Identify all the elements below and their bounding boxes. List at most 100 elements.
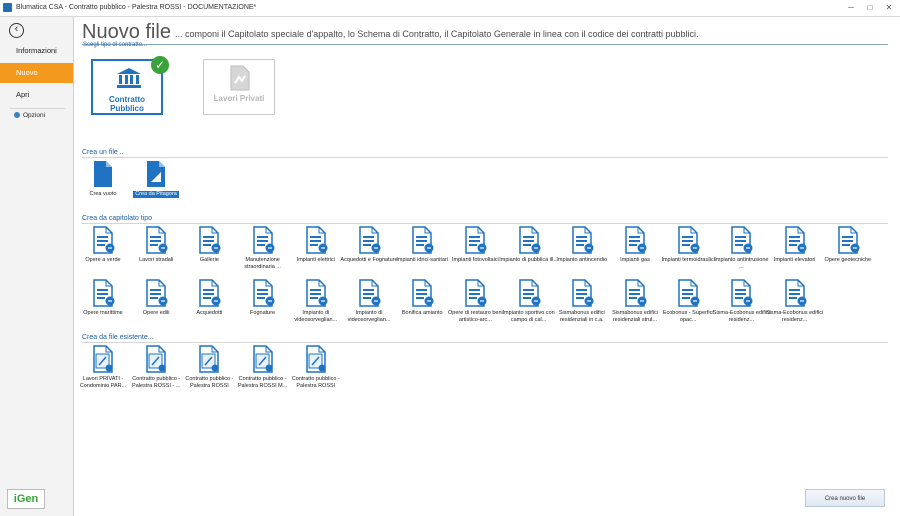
template-document-icon (306, 279, 328, 307)
public-building-icon (117, 68, 141, 88)
tile-label: Sismabonus edifici residenziali strut... (612, 310, 658, 323)
template-tile[interactable]: Impianti termoidraulici (660, 226, 716, 276)
template-tile[interactable]: Manutenzione straordinaria ... (235, 226, 291, 276)
template-tile[interactable]: Impianti fotovoltaici (447, 226, 503, 276)
template-document-icon (412, 279, 434, 307)
template-tile[interactable]: Impianti elevatori (767, 226, 823, 276)
sidebar: ‹ Informazioni Nuovo Apri Opzioni iGen (0, 17, 74, 516)
existing-file-icon (93, 345, 113, 373)
minimize-icon[interactable]: ─ (842, 2, 860, 13)
template-tile[interactable]: Opere a verde (75, 226, 131, 276)
existing-file-tile[interactable]: Contratto pubblico - Palestra ROSSI (288, 345, 344, 395)
template-tile[interactable]: Impianto di videosorveglian... (288, 279, 344, 329)
contract-type-lavori-privati[interactable]: Lavori Privati (203, 59, 275, 115)
template-document-icon (625, 226, 647, 254)
template-tile[interactable]: Impianto di videosorveglian... (341, 279, 397, 329)
template-tile[interactable]: Acquedotti (181, 279, 237, 329)
template-tile[interactable]: Opere edili (128, 279, 184, 329)
template-tile[interactable]: Sisma-Ecobonus edifici residenz... (712, 279, 770, 329)
template-document-icon (518, 279, 541, 307)
existing-file-tile[interactable]: Contratto pubblico - Palestra ROSSI (181, 345, 237, 395)
section-from-template: Crea da capitolato tipo (82, 215, 153, 222)
tile-label: Bonifica amianto (401, 310, 443, 316)
template-tile[interactable]: Opere di restauro beni artistico-arc... (447, 279, 503, 329)
template-tile[interactable]: Opere geotecniche (820, 226, 876, 276)
page-subtitle: ... componi il Capitolato speciale d'app… (175, 29, 699, 39)
existing-file-tile[interactable]: Lavori PRIVATI - Condominio PAR... (75, 345, 131, 395)
template-document-icon (572, 226, 594, 254)
tile-label: Impianto antincendio (556, 257, 608, 263)
template-tile[interactable]: Lavori stradali (128, 226, 184, 276)
back-arrow-icon[interactable]: ‹ (9, 23, 24, 38)
tile-label: Contratto pubblico - Palestra ROSSI (291, 376, 340, 389)
tile-label: Contratto pubblico - Palestra ROSSI M... (237, 376, 288, 389)
tile-label: Fognature (250, 310, 276, 316)
tile-label: Manutenzione straordinaria ... (244, 257, 281, 270)
sidebar-item-apri[interactable]: Apri (0, 85, 73, 105)
create-blank-file[interactable]: Crea vuoto (75, 160, 131, 210)
blank-document-icon (94, 161, 112, 187)
template-document-icon (412, 226, 434, 254)
sidebar-item-informazioni[interactable]: Informazioni (0, 41, 73, 61)
template-document-icon (146, 279, 168, 307)
main-panel: Nuovo file ... componi il Capitolato spe… (74, 17, 900, 516)
template-tile[interactable]: Ecobonus - Superfici opac... (660, 279, 716, 329)
existing-file-tile[interactable]: Contratto pubblico - Palestra ROSSI M... (235, 345, 291, 395)
section-from-existing: Crea da file esistente... (82, 334, 154, 341)
sidebar-item-opzioni[interactable]: Opzioni (0, 106, 73, 126)
tile-label: Sismabonus edifici residenziali in c.a. (558, 310, 605, 323)
template-tile[interactable]: Acquedotti e Fognature (340, 226, 398, 276)
template-tile[interactable]: Bonifica amianto (394, 279, 450, 329)
template-tile[interactable]: Sismabonus edifici residenziali strut... (607, 279, 663, 329)
template-tile[interactable]: Sisma-Ecobonus edifici residenz... (766, 279, 824, 329)
tile-label: Opere marittime (83, 310, 123, 316)
tile-label: Opere a verde (85, 257, 121, 263)
template-tile[interactable]: Opere marittime (75, 279, 131, 329)
tile-label: Sisma-Ecobonus edifici residenz... (766, 310, 824, 323)
section-divider (82, 223, 888, 224)
tile-label: Gallerie (199, 257, 219, 263)
sidebar-item-nuovo[interactable]: Nuovo (0, 63, 73, 83)
template-document-icon (306, 226, 328, 254)
template-document-icon (625, 279, 647, 307)
template-document-icon (784, 226, 807, 254)
template-document-icon (731, 279, 753, 307)
tile-label: Opere edili (142, 310, 170, 316)
tile-label: Acquedotti e Fognature (340, 257, 398, 263)
template-document-icon (93, 226, 115, 254)
template-document-icon (465, 279, 487, 307)
template-tile[interactable]: Impianto di pubblica ill... (499, 226, 558, 276)
template-document-icon (838, 226, 860, 254)
tile-label: Impianto sportivo con campo di cal... (502, 310, 555, 323)
title-bar: Blumatica CSA - Contratto pubblico - Pal… (0, 0, 900, 17)
tile-label: Sisma-Ecobonus edifici residenz... (712, 310, 770, 323)
template-tile[interactable]: Impianto antincendio (554, 226, 610, 276)
template-tile[interactable]: Fognature (235, 279, 291, 329)
template-tile[interactable]: Sismabonus edifici residenziali in c.a. (554, 279, 610, 329)
template-document-icon (93, 279, 115, 307)
contract-type-label: Contratto Pubblico (109, 95, 145, 113)
template-document-icon (199, 279, 221, 307)
template-tile[interactable]: Impianto sportivo con campo di cal... (501, 279, 557, 329)
window-title: Blumatica CSA - Contratto pubblico - Pal… (16, 4, 257, 11)
igen-logo: iGen (7, 489, 45, 509)
header-divider (82, 44, 888, 45)
template-document-icon (359, 279, 381, 307)
template-tile[interactable]: Gallerie (181, 226, 237, 276)
close-icon[interactable]: ✕ (880, 2, 898, 13)
section-divider (82, 157, 888, 158)
template-tile[interactable]: Impianti elettrici (288, 226, 344, 276)
template-document-icon (199, 226, 221, 254)
maximize-icon[interactable]: □ (861, 2, 879, 13)
template-document-icon (572, 279, 594, 307)
create-from-pitagora[interactable]: Crea da Pitagora (128, 160, 184, 210)
create-new-file-button[interactable]: Crea nuovo file (805, 489, 885, 507)
template-tile[interactable]: Impianti idrici-sanitari (394, 226, 450, 276)
pitagora-document-icon (147, 161, 165, 187)
template-tile[interactable]: Impianti gas (607, 226, 663, 276)
tile-label: Impianto di pubblica ill... (499, 257, 558, 263)
private-works-document-icon (230, 65, 250, 91)
template-tile[interactable]: Impianto antintrusione ... (713, 226, 769, 276)
tile-label: Lavori PRIVATI - Condominio PAR... (79, 376, 127, 389)
existing-file-tile[interactable]: Contratto pubblico - Palestra ROSSI - ..… (128, 345, 184, 395)
